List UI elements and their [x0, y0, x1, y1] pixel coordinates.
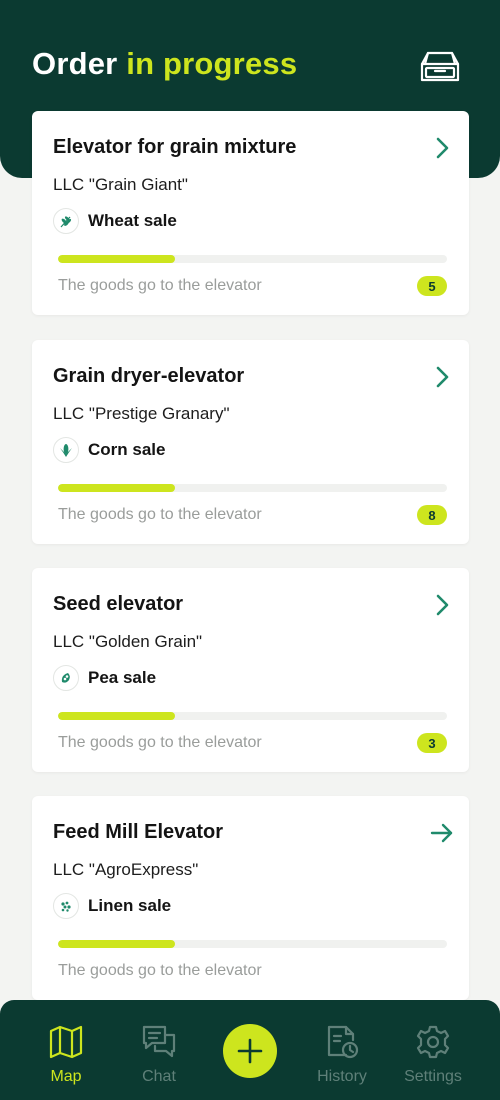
nav-item-history[interactable]: History	[302, 1024, 382, 1090]
order-company: LLC "Golden Grain"	[53, 632, 203, 651]
chevron-right-icon[interactable]	[430, 593, 454, 617]
progress-bar	[58, 484, 447, 492]
archive-box-icon	[420, 51, 460, 82]
order-title: Feed Mill Elevator	[53, 821, 224, 843]
crop-row: Pea sale	[53, 664, 156, 692]
progress-fill	[58, 484, 175, 492]
nav-item-settings[interactable]: Settings	[393, 1024, 473, 1090]
count-badge: 5	[417, 276, 447, 296]
order-title: Seed elevator	[53, 593, 184, 615]
nav-label-history: History	[317, 1068, 367, 1085]
crop-label: Wheat sale	[88, 211, 177, 230]
nav-label-map: Map	[50, 1068, 82, 1085]
add-order-button[interactable]	[223, 1024, 277, 1078]
order-status: The goods go to the elevator	[58, 962, 262, 979]
wheat-icon	[53, 208, 79, 234]
nav-label-chat: Chat	[142, 1068, 176, 1085]
gear-icon	[416, 1025, 450, 1059]
nav-item-chat[interactable]: Chat	[119, 1024, 199, 1090]
page-title-accent: in progress	[126, 46, 298, 81]
arrow-right-icon[interactable]	[430, 821, 454, 845]
plus-icon	[237, 1038, 263, 1064]
crop-label: Corn sale	[88, 440, 166, 459]
crop-row: Linen sale	[53, 892, 171, 920]
order-status: The goods go to the elevator	[58, 734, 262, 751]
order-title: Elevator for grain mixture	[53, 136, 297, 158]
pea-icon	[53, 665, 79, 691]
count-badge: 8	[417, 505, 447, 525]
chevron-right-icon[interactable]	[430, 365, 454, 389]
page-title-main: Order	[32, 46, 118, 81]
map-icon	[49, 1025, 83, 1059]
order-company: LLC "Grain Giant"	[53, 175, 188, 194]
order-status: The goods go to the elevator	[58, 277, 262, 294]
corn-icon	[53, 437, 79, 463]
order-title: Grain dryer-elevator	[53, 365, 245, 387]
bottom-navigation: Map Chat History Settings	[0, 1000, 500, 1100]
crop-label: Pea sale	[88, 668, 157, 687]
nav-item-map[interactable]: Map	[26, 1024, 106, 1090]
crop-label: Linen sale	[88, 896, 172, 915]
progress-fill	[58, 255, 175, 263]
chevron-right-icon[interactable]	[430, 136, 454, 160]
order-card[interactable]: Feed Mill Elevator LLC "AgroExpress" Lin…	[32, 796, 469, 1000]
linen-icon	[53, 893, 79, 919]
page-title: Order in progress	[32, 46, 297, 82]
archive-button[interactable]	[414, 46, 466, 88]
progress-bar	[58, 255, 447, 263]
chat-icon	[142, 1025, 176, 1058]
order-status: The goods go to the elevator	[58, 506, 262, 523]
progress-fill	[58, 712, 175, 720]
order-company: LLC "AgroExpress"	[53, 860, 199, 879]
history-icon	[327, 1025, 359, 1059]
progress-bar	[58, 712, 447, 720]
progress-fill	[58, 940, 175, 948]
count-badge: 3	[417, 733, 447, 753]
order-card[interactable]: Grain dryer-elevator LLC "Prestige Grana…	[32, 340, 469, 544]
nav-label-settings: Settings	[404, 1068, 462, 1085]
order-card[interactable]: Seed elevator LLC "Golden Grain" Pea sal…	[32, 568, 469, 772]
crop-row: Wheat sale	[53, 207, 177, 235]
order-card[interactable]: Elevator for grain mixture LLC "Grain Gi…	[32, 111, 469, 315]
crop-row: Corn sale	[53, 436, 165, 464]
progress-bar	[58, 940, 447, 948]
order-company: LLC "Prestige Granary"	[53, 404, 230, 423]
